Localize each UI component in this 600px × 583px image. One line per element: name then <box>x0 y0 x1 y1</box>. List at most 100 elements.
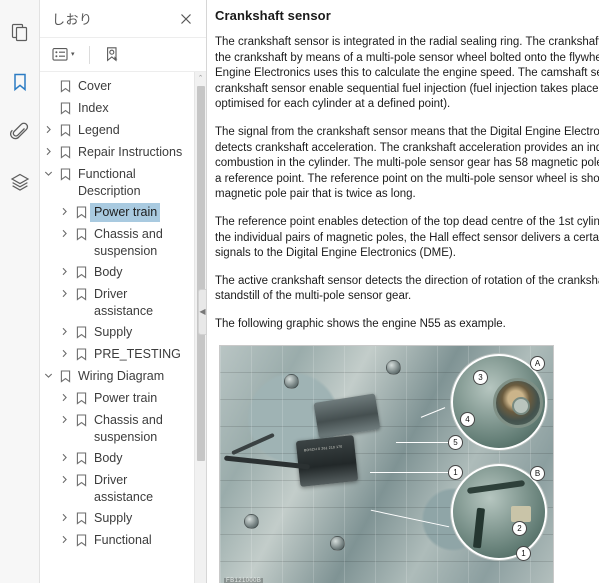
chevron-right-icon[interactable] <box>56 531 72 544</box>
leader-line <box>370 471 448 473</box>
chevron-down-icon: ▾ <box>71 51 75 58</box>
bookmark-item-body[interactable]: Body <box>56 262 188 284</box>
page-title: Crankshaft sensor <box>215 8 331 23</box>
bookmark-item-label: Chassis and suspension <box>94 227 163 258</box>
bookmark-item-repair-instructions[interactable]: Repair Instructions <box>40 142 188 164</box>
callout-b: B <box>530 465 545 481</box>
pdf-viewer-window: しおり ▾ Cover Index Legend Repair Instruct… <box>0 0 600 583</box>
bookmark-tree-scroll-area[interactable]: Cover Index Legend Repair Instructions Funct… <box>40 72 206 583</box>
bookmark-item-chassis-and-suspension[interactable]: Chassis and suspension <box>56 224 188 262</box>
figure-code: FB121000B <box>224 577 264 583</box>
panel-title: しおり <box>52 12 93 27</box>
toolbar-divider <box>88 45 90 64</box>
bookmark-item-label: Body <box>94 451 123 465</box>
bookmark-item-label: PRE_TESTING <box>94 347 181 361</box>
bookmark-icon <box>72 471 90 487</box>
bolt <box>284 373 299 389</box>
bookmark-item-label: Cover <box>78 79 112 93</box>
chevron-right-icon[interactable] <box>40 143 56 156</box>
callout-5: 5 <box>448 434 463 450</box>
chevron-right-icon[interactable] <box>56 323 72 336</box>
chevron-right-icon[interactable] <box>56 345 72 358</box>
bookmark-item-wiring-diagram[interactable]: Wiring Diagram <box>40 366 188 388</box>
paragraph: The signal from the crankshaft sensor me… <box>215 125 600 201</box>
bookmark-item-chassis-and-suspension[interactable]: Chassis and suspension <box>56 410 188 448</box>
bolt <box>386 359 401 375</box>
bookmark-item-label: Chassis and suspension <box>94 413 163 444</box>
chevron-right-icon[interactable] <box>56 263 72 276</box>
bookmark-icon <box>72 509 90 525</box>
chevron-right-icon[interactable] <box>56 449 72 462</box>
bookmark-icon <box>56 367 74 383</box>
bookmark-item-supply[interactable]: Supply <box>56 508 188 530</box>
layers-icon[interactable] <box>6 168 34 196</box>
bookmark-item-label: Power train <box>94 391 158 405</box>
bolt <box>244 513 259 529</box>
bookmark-item-driver-assistance[interactable]: Driver assistance <box>56 470 188 508</box>
bookmark-icon <box>72 449 90 465</box>
attachments-icon[interactable] <box>6 118 34 146</box>
document-view[interactable]: Crankshaft sensor The crankshaft sensor … <box>207 0 600 583</box>
chevron-down-icon[interactable] <box>40 367 56 380</box>
bookmark-item-power-train[interactable]: Power train <box>56 388 188 410</box>
bookmark-item-functional[interactable]: Functional <box>56 530 188 552</box>
paragraph: The active crankshaft sensor detects the… <box>215 274 600 303</box>
harness-line <box>466 479 526 494</box>
bookmark-item-functional-description[interactable]: Functional Description <box>40 164 188 202</box>
twisty-spacer <box>40 77 56 81</box>
chevron-down-icon[interactable] <box>40 165 56 178</box>
bookmark-icon <box>72 345 90 361</box>
chevron-right-icon[interactable] <box>56 411 72 424</box>
bookmark-item-legend[interactable]: Legend <box>40 120 188 142</box>
bookmark-icon <box>72 263 90 279</box>
chevron-right-icon[interactable] <box>40 121 56 134</box>
bookmark-icon <box>56 99 74 115</box>
twisty-spacer <box>40 99 56 103</box>
sidebar-icon-rail <box>0 0 40 583</box>
paragraph: The crankshaft sensor is integrated in t… <box>215 36 600 111</box>
paragraph: The following graphic shows the engine N… <box>215 317 506 330</box>
callout-3: 3 <box>473 369 488 385</box>
multi-pole-sensor-wheel <box>493 377 543 428</box>
bookmark-icon <box>72 531 90 547</box>
panel-collapse-handle[interactable]: ◀ <box>198 289 207 335</box>
bookmark-item-label: Body <box>94 265 123 279</box>
bookmark-icon <box>56 143 74 159</box>
bookmark-icon <box>72 323 90 339</box>
bookmark-item-label: Supply <box>94 325 133 339</box>
add-bookmark-button[interactable] <box>102 44 123 66</box>
scrollbar-thumb[interactable] <box>197 86 205 461</box>
bookmark-item-supply[interactable]: Supply <box>56 322 188 344</box>
panel-toolbar: ▾ <box>40 38 206 72</box>
close-icon[interactable] <box>176 9 196 29</box>
bookmark-item-label: Repair Instructions <box>78 145 183 159</box>
bookmark-icon <box>72 389 90 405</box>
bookmark-item-driver-assistance[interactable]: Driver assistance <box>56 284 188 322</box>
callout-1-detail: 1 <box>516 545 531 561</box>
leader-line <box>396 441 448 443</box>
page-thumbnails-icon[interactable] <box>6 18 34 46</box>
scroll-up-arrow-icon[interactable]: ⌃ <box>195 72 206 84</box>
bookmark-item-pre-testing[interactable]: PRE_TESTING <box>56 344 188 366</box>
bookmark-item-label: Legend <box>78 123 120 137</box>
crankshaft-sensor-figure: BOSCH 0 261 210 170 A B 5 1 3 4 2 1 FB12… <box>219 344 554 583</box>
sensor-barrel <box>295 434 359 487</box>
document-page: Crankshaft sensor The crankshaft sensor … <box>215 8 600 583</box>
chevron-right-icon[interactable] <box>56 285 72 298</box>
bolt <box>330 535 345 551</box>
chevron-right-icon[interactable] <box>56 509 72 522</box>
bookmark-item-power-train[interactable]: Power train <box>56 202 188 224</box>
bookmark-icon <box>72 285 90 301</box>
panel-header: しおり <box>40 0 206 38</box>
bookmark-item-index[interactable]: Index <box>40 98 188 120</box>
chevron-right-icon[interactable] <box>56 203 72 216</box>
bookmark-icon <box>56 121 74 137</box>
chevron-right-icon[interactable] <box>56 389 72 402</box>
bookmarks-icon[interactable] <box>6 68 34 96</box>
bookmark-item-body[interactable]: Body <box>56 448 188 470</box>
bookmark-icon <box>72 225 90 241</box>
chevron-right-icon[interactable] <box>56 471 72 484</box>
bookmark-item-cover[interactable]: Cover <box>40 76 188 98</box>
chevron-right-icon[interactable] <box>56 225 72 238</box>
list-options-button[interactable]: ▾ <box>50 44 77 66</box>
